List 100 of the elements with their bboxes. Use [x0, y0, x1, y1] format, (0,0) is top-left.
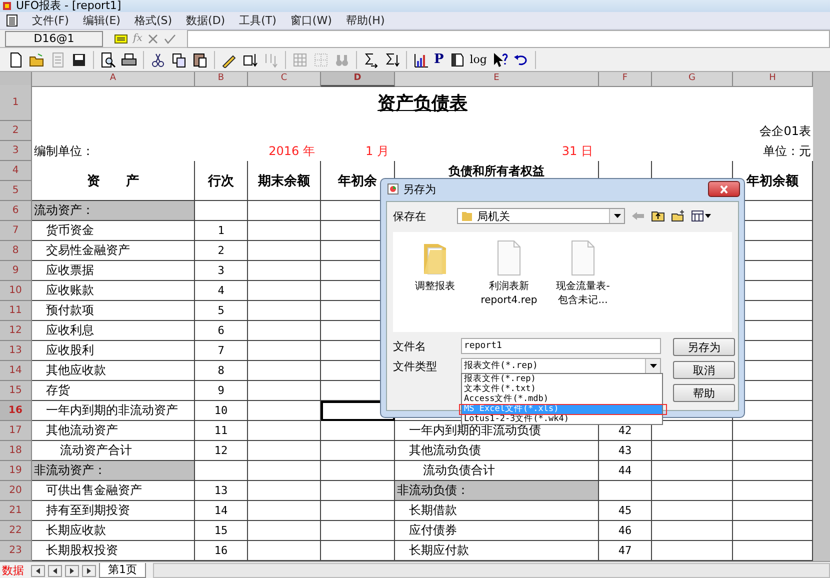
window-title: UFO报表 - [report1] [16, 0, 122, 12]
menu-item[interactable]: 帮助(H) [346, 13, 385, 28]
table-cell: 长期借款 [395, 501, 599, 521]
sheet-nav-button[interactable] [65, 564, 79, 576]
view-menu-icon[interactable] [691, 210, 711, 222]
menu-item[interactable]: 窗口(W) [290, 13, 332, 28]
table-cell: 期末余额 [248, 161, 321, 201]
table-cell: 长期应收款 [32, 521, 195, 541]
table-cell-text: 单位：元 [762, 142, 812, 160]
column-header[interactable]: F [599, 72, 652, 87]
formula-input[interactable] [187, 30, 830, 48]
table-cell: 7 [195, 341, 248, 361]
column-header[interactable]: C [248, 72, 321, 87]
check-icon[interactable] [164, 32, 176, 44]
table-cell: 1 [195, 221, 248, 241]
function-wizard-icon[interactable] [114, 32, 128, 44]
section-cell: 非流动资产： [32, 461, 195, 481]
app-icon [2, 1, 12, 11]
sheet-icon[interactable] [448, 52, 465, 68]
save-in-dropdown[interactable]: 局机关 [457, 208, 625, 224]
caret-icon [614, 214, 620, 218]
dialog-button[interactable]: 帮助 [673, 384, 735, 402]
scissors-icon[interactable] [150, 52, 166, 68]
table-cell [195, 201, 248, 221]
open-folder-icon[interactable] [29, 52, 45, 68]
fx-button[interactable]: fx [133, 33, 142, 44]
column-header[interactable]: B [195, 72, 248, 87]
sum-right-icon[interactable] [363, 52, 379, 68]
dialog-icon [387, 183, 399, 195]
sum-down-icon[interactable] [384, 52, 400, 68]
column-header[interactable]: H [733, 72, 813, 87]
new-file-icon[interactable] [8, 52, 24, 68]
copy-icon[interactable] [171, 52, 187, 68]
close-button[interactable] [708, 181, 740, 197]
column-header[interactable]: G [652, 72, 733, 87]
chart-icon[interactable] [413, 52, 429, 68]
menu-item[interactable]: 编辑(E) [82, 13, 120, 28]
dropdown-button[interactable] [645, 359, 660, 373]
file-name[interactable]: 现金流量表- 包含未记... [556, 280, 610, 308]
vertical-scrollbar[interactable] [813, 72, 830, 561]
cell-name-field[interactable]: D16@1 [5, 30, 103, 46]
table-cell-text: 1 月 [364, 142, 390, 160]
toolbar-text-button[interactable]: P [434, 52, 444, 68]
table-cell: 存货 [32, 381, 195, 401]
horizontal-scrollbar[interactable] [153, 563, 830, 578]
column-header[interactable]: D [321, 72, 395, 87]
dialog-button[interactable]: 另存为 [673, 338, 735, 356]
sheet-nav-button[interactable] [82, 564, 96, 576]
file-name-field[interactable]: report1 [461, 338, 661, 354]
table-cell: 2 [195, 241, 248, 261]
document-icon[interactable] [6, 14, 18, 27]
table-cell: 其他流动资产 [32, 421, 195, 441]
table-cell: 应收票据 [32, 261, 195, 281]
row-header[interactable]: 4 [0, 161, 31, 181]
dialog-title: 另存为 [403, 182, 436, 196]
sheet-tab[interactable]: 第1页 [99, 563, 146, 578]
table-cell-text: 2016 年 [268, 142, 316, 160]
section-cell: 流动资产： [32, 201, 195, 221]
dialog-button[interactable]: 取消 [673, 361, 735, 379]
dropdown-button[interactable] [609, 209, 624, 223]
table-cell: 4 [195, 281, 248, 301]
table-cell: 应收利息 [32, 321, 195, 341]
save-icon[interactable] [71, 52, 87, 68]
menu-item[interactable]: 数据(D) [186, 13, 226, 28]
file-name-label: 文件名 [393, 338, 427, 354]
file-name[interactable]: 利润表新 report4.rep [480, 280, 538, 308]
table-cell: 可供出售金融资产 [32, 481, 195, 501]
file-name[interactable]: 调整报表 [415, 280, 455, 294]
file-type-option[interactable]: 报表文件(*.rep) [462, 374, 662, 384]
file-type-option[interactable]: 文本文件(*.txt) [462, 384, 662, 394]
table-arrow-icon[interactable] [242, 52, 258, 68]
column-header[interactable]: A [32, 72, 195, 87]
file-type-option[interactable]: Access文件(*.mdb) [462, 394, 662, 404]
table-cell: 其他应收款 [32, 361, 195, 381]
table-cell: 3 [195, 261, 248, 281]
toolbar-text-button[interactable]: log [470, 52, 487, 68]
sheet-nav-button[interactable] [31, 564, 45, 576]
file-type-dropdown[interactable]: 报表文件(*.rep) [461, 358, 661, 374]
help-cursor-icon[interactable] [492, 52, 508, 68]
report-title: 资产负债表 [378, 92, 468, 115]
row-header[interactable]: 16 [0, 401, 31, 421]
new-folder-icon[interactable] [671, 210, 685, 222]
table-cell-text: 会企01表 [758, 122, 812, 140]
table-cell-text: 编制单位： [33, 142, 95, 160]
menu-item[interactable]: 格式(S) [134, 13, 172, 28]
table-cell-text: 31 日 [560, 142, 594, 160]
cancel-icon[interactable] [147, 32, 160, 44]
column-header[interactable]: E [395, 72, 599, 87]
table-cell: 行次 [195, 161, 248, 201]
printer-icon[interactable] [121, 52, 137, 68]
table-cell: 10 [195, 401, 248, 421]
menu-item[interactable]: 工具(T) [239, 13, 276, 28]
print-preview-icon[interactable] [100, 52, 116, 68]
paste-icon[interactable] [192, 52, 208, 68]
table-cell: 预付款项 [32, 301, 195, 321]
up-folder-icon[interactable] [651, 210, 665, 222]
sheet-nav-button[interactable] [48, 564, 62, 576]
menu-item[interactable]: 文件(F) [32, 13, 69, 28]
dotted-grid-icon[interactable] [313, 52, 329, 68]
table-cell: 12 [195, 441, 248, 461]
